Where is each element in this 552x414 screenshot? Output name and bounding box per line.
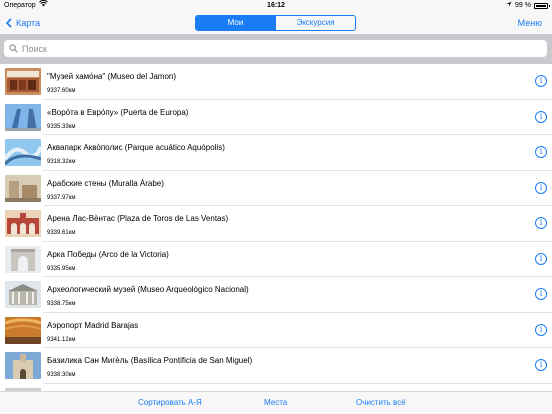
place-thumbnail	[5, 68, 41, 95]
list-item[interactable]: Аэропорт Madrid Barajas 9341.12км i	[0, 312, 552, 348]
segment-mine[interactable]: Мои	[196, 16, 275, 30]
place-distance: 9338.75км	[47, 301, 76, 307]
place-title: Арабские стены (Muralla Árabe)	[47, 178, 164, 188]
info-icon[interactable]: i	[535, 75, 547, 87]
place-thumbnail	[5, 139, 41, 166]
bottom-toolbar: Сортировать А-Я Места Очистить всё	[0, 391, 552, 414]
info-icon[interactable]: i	[535, 288, 547, 300]
status-right: 99 %	[506, 0, 550, 12]
list-item[interactable]: Аквапарк Акво̀полис (Parque acuático Aqu…	[0, 135, 552, 171]
place-title: Археологический музей (Museo Arqueológic…	[47, 285, 249, 294]
place-title: Арена Лас-Вѐнтас (Plaza de Toros de Las …	[47, 214, 229, 223]
info-icon[interactable]: i	[535, 146, 547, 158]
place-thumbnail	[5, 210, 41, 237]
battery-icon	[534, 3, 550, 9]
place-thumbnail	[5, 352, 41, 379]
place-title: Базилика Сан Мигѐль (Basílica Pontificia…	[47, 356, 253, 365]
place-distance: 9339.61км	[47, 230, 76, 236]
info-icon[interactable]: i	[535, 181, 547, 194]
place-thumbnail	[5, 245, 41, 273]
place-thumbnail	[5, 316, 41, 344]
place-title: Аэропорт Madrid Barajas	[47, 320, 139, 330]
info-icon[interactable]: i	[535, 217, 547, 229]
info-icon[interactable]: i	[535, 359, 547, 371]
place-title: "Музей хамо́на" (Museo del Jamon)	[47, 72, 177, 81]
info-icon[interactable]: i	[535, 323, 547, 336]
place-thumbnail	[5, 103, 41, 131]
list-item[interactable]: Базилика Сан Мигѐль (Basílica Pontificia…	[0, 348, 552, 384]
status-time: 16:12	[267, 2, 285, 9]
place-thumbnail	[5, 174, 41, 202]
list-item[interactable]: «Воро́та в Евро́пу» (Puerta de Europa) 93…	[0, 99, 552, 135]
segmented-control: Мои Экскурсия	[195, 15, 356, 31]
search-input[interactable]	[22, 43, 522, 54]
place-distance: 9335.95км	[47, 265, 76, 272]
list-item[interactable]: Арка Победы (Arco de la Victoria) 9335.95…	[0, 241, 552, 277]
back-to-map-button[interactable]: Карта	[6, 16, 40, 30]
places-button[interactable]: Места	[264, 398, 287, 407]
battery-percent: 99 %	[515, 2, 531, 9]
place-distance: 9341.12км	[47, 336, 76, 343]
list-item[interactable]: Арена Лас-Вѐнтас (Plaza de Toros de Las …	[0, 206, 552, 242]
search-icon	[9, 44, 18, 53]
place-title: Арка Победы (Arco de la Victoria)	[47, 249, 169, 259]
place-distance: 9337.60км	[47, 88, 76, 94]
back-button-label: Карта	[16, 18, 41, 28]
place-title: Аквапарк Акво̀полис (Parque acuático Aqu…	[47, 143, 225, 152]
segment-excursion[interactable]: Экскурсия	[275, 16, 355, 30]
clear-all-button[interactable]: Очистить всё	[356, 398, 406, 407]
place-distance: 9318.32км	[47, 159, 76, 165]
search-field-container	[4, 40, 547, 57]
place-distance: 9338.30км	[47, 372, 76, 378]
place-distance: 9337.97км	[47, 194, 76, 201]
battery-level-fill	[536, 5, 546, 7]
status-bar: Оператор 16:12 99 %	[0, 0, 552, 12]
places-list: "Музей хамо́на" (Museo del Jamon) 9337.60…	[0, 64, 552, 391]
list-item[interactable]: Археологический музей (Museo Arqueológic…	[0, 277, 552, 313]
list-item[interactable]: Арабские стены (Muralla Árabe) 9337.97км i	[0, 170, 552, 206]
location-arrow-icon	[506, 0, 512, 12]
list-item[interactable]: i	[0, 383, 552, 391]
info-icon[interactable]: i	[535, 110, 547, 123]
search-bar	[0, 34, 552, 64]
navigation-bar: Карта Мои Экскурсия Меню	[0, 12, 552, 34]
menu-button[interactable]: Меню	[518, 16, 542, 30]
place-title: «Воро́та в Евро́пу» (Puerta de Europa)	[47, 107, 189, 117]
list-item[interactable]: "Музей хамо́на" (Museo del Jamon) 9337.60…	[0, 64, 552, 100]
info-icon[interactable]: i	[535, 252, 547, 265]
sort-az-button[interactable]: Сортировать А-Я	[138, 398, 202, 407]
chevron-left-icon	[6, 18, 12, 28]
place-thumbnail	[5, 281, 41, 308]
place-distance: 9335.33км	[47, 123, 76, 130]
